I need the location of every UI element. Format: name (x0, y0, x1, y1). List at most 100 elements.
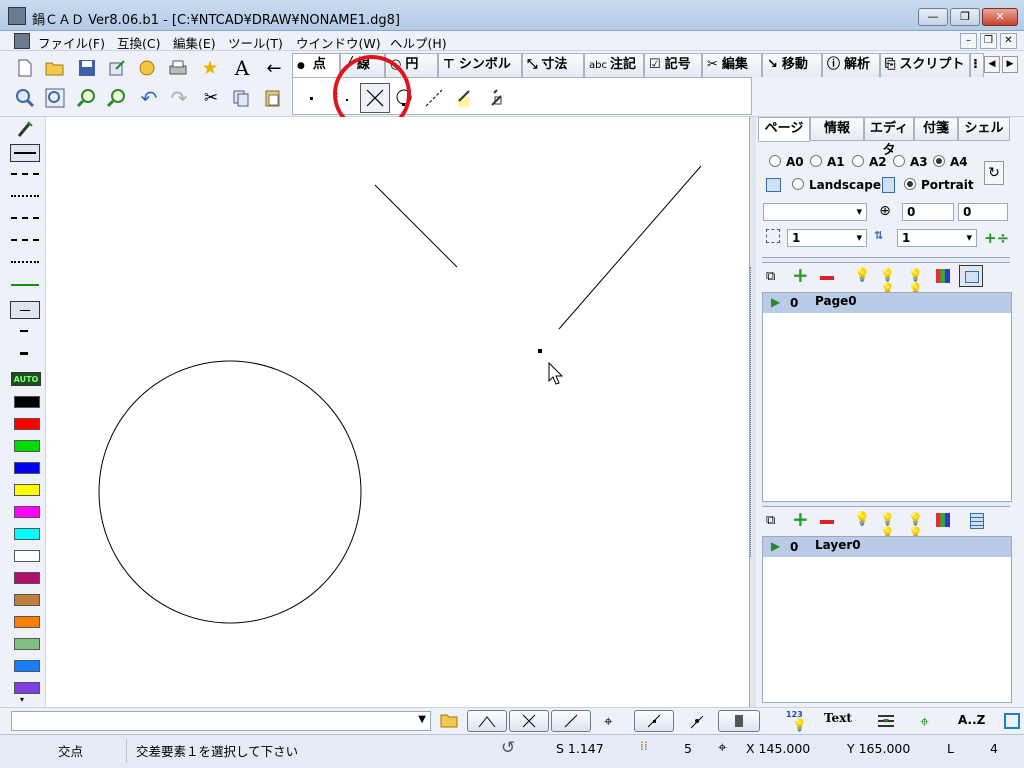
tab-annotation[interactable]: abc 注記 (584, 53, 644, 77)
tab-scroll-left-button[interactable]: ◀ (984, 56, 1000, 73)
menu-tool[interactable]: ツール(T) (228, 33, 283, 52)
circle-entity[interactable] (98, 360, 362, 624)
paper-a2[interactable]: A2 (852, 155, 887, 169)
color-swatch[interactable] (14, 462, 40, 474)
app-icon[interactable] (8, 7, 26, 25)
color-swatch[interactable] (14, 616, 40, 628)
tab-shell[interactable]: シェル (958, 117, 1010, 141)
auto-color-button[interactable]: AUTO (11, 372, 41, 386)
layer-lights-on-icon[interactable]: 💡💡 (880, 512, 900, 540)
orientation-portrait[interactable]: Portrait (904, 178, 974, 192)
page-list[interactable]: ▶ 0 Page0 (762, 292, 1012, 502)
menu-help[interactable]: ヘルプ(H) (390, 33, 447, 52)
number-tool-button[interactable]: 123 💡 (784, 710, 807, 732)
zoom-all-icon[interactable] (44, 87, 66, 109)
snap-center-icon[interactable]: ⌖ (604, 712, 622, 730)
remove-layer-icon[interactable] (820, 520, 834, 524)
color-swatch[interactable] (14, 550, 40, 562)
color-swatch[interactable] (14, 484, 40, 496)
count-dropdown[interactable]: 1 (897, 229, 977, 247)
import-icon[interactable] (136, 57, 158, 79)
layer-arrange-icon[interactable] (876, 713, 896, 729)
sort-az-button[interactable]: A..Z (958, 713, 988, 731)
color-swatch[interactable] (14, 418, 40, 430)
point-tool-icon[interactable] (298, 85, 324, 111)
remove-page-icon[interactable] (820, 276, 834, 280)
tab-info[interactable]: 情報 (810, 117, 864, 141)
layer-film-icon[interactable] (970, 513, 984, 529)
width-medium[interactable] (20, 352, 28, 355)
add-page-icon[interactable]: + (792, 265, 810, 285)
line-entity-2[interactable] (558, 165, 702, 330)
marker-point-icon[interactable] (451, 85, 477, 111)
page-frame-toggle[interactable] (959, 265, 983, 287)
line-dash-dot[interactable] (11, 239, 39, 255)
redo-icon[interactable]: ↷ (168, 86, 190, 110)
drawing-canvas[interactable] (46, 117, 750, 707)
zoom-in-icon[interactable] (76, 87, 98, 109)
color-swatch[interactable] (14, 440, 40, 452)
menu-file[interactable]: ファイル(F) (38, 33, 105, 52)
color-swatch[interactable] (14, 506, 40, 518)
refresh-icon[interactable]: ↻ (984, 161, 1004, 185)
snap-midpoint-button[interactable] (634, 710, 674, 732)
layer-color-icon[interactable] (936, 513, 950, 527)
restore-button[interactable]: ❐ (950, 8, 980, 26)
zoom-out-icon[interactable] (106, 87, 128, 109)
export-icon[interactable] (106, 57, 128, 79)
window-icon[interactable] (1004, 713, 1020, 729)
paste-icon[interactable] (262, 87, 284, 109)
divide-point-icon[interactable] (421, 85, 447, 111)
tab-overflow[interactable]: ⁝ (970, 53, 984, 77)
line-solid-thick[interactable] (10, 144, 40, 162)
layer-lights-off-icon[interactable]: 💡💡 (908, 512, 928, 540)
close-button[interactable]: ✕ (982, 8, 1018, 26)
undo-icon[interactable]: ↶ (138, 86, 160, 110)
tab-scroll-right-button[interactable]: ▶ (1002, 56, 1018, 73)
color-swatch[interactable] (14, 660, 40, 672)
snap-line-button[interactable] (551, 710, 591, 732)
star-icon[interactable]: ★ (199, 57, 221, 79)
copy-layer-icon[interactable]: ⧉ (766, 513, 784, 531)
paper-a3[interactable]: A3 (893, 155, 928, 169)
add-layer-icon[interactable]: + (792, 509, 810, 529)
color-swatch[interactable] (14, 396, 40, 408)
zoom-window-icon[interactable] (14, 87, 36, 109)
menu-edit[interactable]: 編集(E) (173, 33, 216, 52)
command-input[interactable]: ▼ (11, 711, 431, 731)
line-dash-dot-dot[interactable] (11, 261, 39, 277)
rotate-icon[interactable]: ↺ (501, 738, 515, 758)
layer-light-icon[interactable]: 💡 (854, 512, 872, 530)
scale-dropdown[interactable]: 1 (787, 229, 867, 247)
color-swatch[interactable] (14, 682, 40, 694)
eraser-point-icon[interactable] (483, 85, 509, 111)
cut-icon[interactable]: ✂ (200, 87, 222, 109)
layer-row[interactable]: ▶ 0 Layer0 (763, 537, 1011, 557)
minimize-button[interactable]: — (918, 8, 948, 26)
grid-icon[interactable]: ⁞⁞ (640, 739, 648, 753)
line-dashed[interactable] (11, 173, 39, 189)
page-row[interactable]: ▶ 0 Page0 (763, 293, 1011, 313)
page-light-icon[interactable]: 💡 (854, 268, 872, 286)
tab-dimension[interactable]: ⤡ 寸法 (522, 53, 584, 77)
width-small[interactable] (20, 330, 28, 332)
line-entity-1[interactable] (374, 184, 458, 268)
color-swatch[interactable] (14, 638, 40, 650)
brush-icon[interactable] (16, 120, 34, 138)
point-entity[interactable] (538, 349, 542, 353)
tab-sticky[interactable]: 付箋 (914, 117, 958, 141)
copy-icon[interactable] (230, 87, 252, 109)
page-color-icon[interactable] (936, 269, 950, 283)
print-icon[interactable] (167, 57, 189, 79)
open-folder-icon[interactable] (440, 712, 458, 728)
line-thin-selected[interactable] (10, 301, 40, 319)
eraser-snap-button[interactable] (718, 710, 760, 732)
tab-move[interactable]: ↘ 移動 (762, 53, 822, 77)
layer-list[interactable]: ▶ 0 Layer0 (762, 536, 1012, 703)
paper-a1[interactable]: A1 (810, 155, 845, 169)
page-lights-on-icon[interactable]: 💡💡 (880, 268, 900, 296)
mdi-restore-button[interactable]: ❐ (980, 33, 997, 49)
tab-script[interactable]: ⎘ スクリプト (880, 53, 970, 77)
offset-y-input[interactable]: 0 (958, 203, 1008, 221)
color-swatch[interactable] (14, 594, 40, 606)
